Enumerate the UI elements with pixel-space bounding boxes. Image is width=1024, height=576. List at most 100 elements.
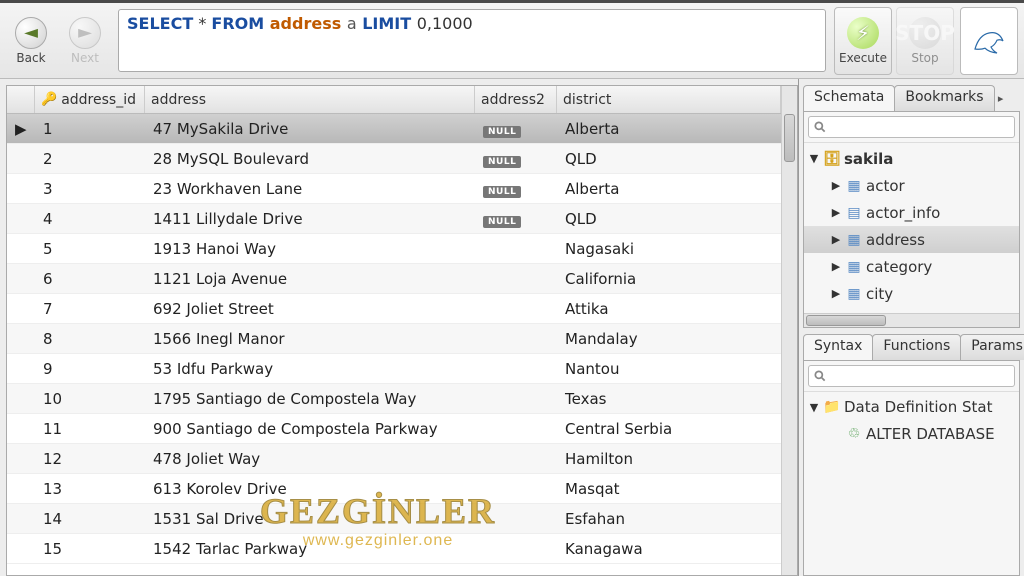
cell-id[interactable]: 10 [35, 386, 145, 412]
cell-id[interactable]: 5 [35, 236, 145, 262]
cell-address[interactable]: 23 Workhaven Lane [145, 176, 475, 202]
table-row[interactable]: 41411 Lillydale DriveNULLQLD [7, 204, 781, 234]
tree-table-address[interactable]: ▶▦address [804, 226, 1019, 253]
cell-id[interactable]: 13 [35, 476, 145, 502]
tab-syntax[interactable]: Syntax [803, 334, 873, 360]
table-row[interactable]: 7692 Joliet Street Attika [7, 294, 781, 324]
cell-address[interactable]: 1531 Sal Drive [145, 506, 475, 532]
row-marker-column[interactable] [7, 86, 35, 113]
stop-button[interactable]: STOP Stop [896, 7, 954, 75]
cell-address[interactable]: 53 Idfu Parkway [145, 356, 475, 382]
cell-district[interactable]: Central Serbia [557, 416, 781, 442]
tree-syntax-group[interactable]: ▼ 📁 Data Definition Stat [804, 394, 1019, 421]
tab-overflow-icon[interactable]: ▸ [994, 85, 1008, 111]
tree-syntax-item[interactable]: ♲ ALTER DATABASE [804, 421, 1019, 448]
cell-id[interactable]: 8 [35, 326, 145, 352]
cell-address[interactable]: 692 Joliet Street [145, 296, 475, 322]
cell-district[interactable]: California [557, 266, 781, 292]
hscroll-thumb[interactable] [806, 315, 886, 326]
schema-search-input[interactable] [808, 116, 1015, 138]
table-row[interactable]: 51913 Hanoi Way Nagasaki [7, 234, 781, 264]
col-address[interactable]: address [145, 86, 475, 113]
cell-district[interactable]: Alberta [557, 176, 781, 202]
table-row[interactable]: 101795 Santiago de Compostela Way Texas [7, 384, 781, 414]
disclosure-triangle-icon[interactable]: ▼ [808, 152, 820, 165]
table-row[interactable]: 81566 Inegl Manor Mandalay [7, 324, 781, 354]
cell-district[interactable]: Mandalay [557, 326, 781, 352]
disclosure-triangle-icon[interactable]: ▶ [830, 233, 842, 246]
col-district[interactable]: district [557, 86, 781, 113]
cell-district[interactable]: QLD [557, 146, 781, 172]
table-row[interactable]: 61121 Loja AvenueCalifornia [7, 264, 781, 294]
table-row[interactable]: 12478 Joliet WayHamilton [7, 444, 781, 474]
cell-address2[interactable] [475, 425, 557, 433]
cell-id[interactable]: 2 [35, 146, 145, 172]
cell-address2[interactable] [475, 455, 557, 463]
cell-address[interactable]: 900 Santiago de Compostela Parkway [145, 416, 475, 442]
cell-district[interactable]: Masqat [557, 476, 781, 502]
col-address2[interactable]: address2 [475, 86, 557, 113]
col-address-id[interactable]: 🔑address_id [35, 86, 145, 113]
cell-id[interactable]: 6 [35, 266, 145, 292]
cell-id[interactable]: 11 [35, 416, 145, 442]
tab-bookmarks[interactable]: Bookmarks [894, 85, 994, 111]
cell-district[interactable]: Attika [557, 296, 781, 322]
cell-id[interactable]: 7 [35, 296, 145, 322]
cell-address2[interactable] [475, 335, 557, 343]
cell-district[interactable]: Texas [557, 386, 781, 412]
tree-table-actor_info[interactable]: ▶▤actor_info [804, 199, 1019, 226]
cell-address2[interactable]: NULL [475, 176, 557, 202]
vscroll-thumb[interactable] [784, 114, 795, 162]
table-row[interactable]: 323 Workhaven LaneNULLAlberta [7, 174, 781, 204]
tree-hscrollbar[interactable] [804, 313, 1019, 327]
cell-district[interactable]: Nantou [557, 356, 781, 382]
grid-vscrollbar[interactable] [781, 86, 797, 575]
syntax-tree[interactable]: ▼ 📁 Data Definition Stat ♲ ALTER DATABAS… [804, 392, 1019, 576]
tab-params[interactable]: Params [960, 334, 1024, 360]
cell-district[interactable]: Alberta [557, 116, 781, 142]
cell-address2[interactable] [475, 545, 557, 553]
cell-district[interactable]: Nagasaki [557, 236, 781, 262]
execute-button[interactable]: ⚡ Execute [834, 7, 892, 75]
cell-address[interactable]: 47 MySakila Drive [145, 116, 475, 142]
cell-address2[interactable] [475, 305, 557, 313]
table-row[interactable]: 228 MySQL BoulevardNULLQLD [7, 144, 781, 174]
cell-address[interactable]: 1913 Hanoi Way [145, 236, 475, 262]
cell-address2[interactable]: NULL [475, 146, 557, 172]
next-button[interactable]: ► Next [60, 7, 110, 75]
table-row[interactable]: 13613 Korolev Drive Masqat [7, 474, 781, 504]
cell-address[interactable]: 1795 Santiago de Compostela Way [145, 386, 475, 412]
table-row[interactable]: 141531 Sal Drive Esfahan [7, 504, 781, 534]
cell-address[interactable]: 1411 Lillydale Drive [145, 206, 475, 232]
tree-table-city[interactable]: ▶▦city [804, 280, 1019, 307]
disclosure-triangle-icon[interactable]: ▶ [830, 287, 842, 300]
cell-district[interactable]: Hamilton [557, 446, 781, 472]
cell-district[interactable]: Kanagawa [557, 536, 781, 562]
cell-address2[interactable] [475, 395, 557, 403]
cell-address2[interactable] [475, 365, 557, 373]
schema-tree[interactable]: ▼ 🗄 sakila ▶▦actor▶▤actor_info▶▦address▶… [804, 143, 1019, 313]
cell-address2[interactable]: NULL [475, 116, 557, 142]
table-row[interactable]: 953 Idfu Parkway Nantou [7, 354, 781, 384]
cell-id[interactable]: 14 [35, 506, 145, 532]
syntax-search-input[interactable] [808, 365, 1015, 387]
tab-functions[interactable]: Functions [872, 334, 961, 360]
disclosure-triangle-icon[interactable]: ▶ [830, 260, 842, 273]
disclosure-triangle-icon[interactable]: ▶ [830, 206, 842, 219]
cell-id[interactable]: 4 [35, 206, 145, 232]
cell-id[interactable]: 9 [35, 356, 145, 382]
disclosure-triangle-icon[interactable]: ▶ [830, 179, 842, 192]
disclosure-triangle-icon[interactable]: ▼ [808, 401, 820, 414]
cell-district[interactable]: QLD [557, 206, 781, 232]
cell-district[interactable]: Esfahan [557, 506, 781, 532]
table-row[interactable]: 151542 Tarlac ParkwayKanagawa [7, 534, 781, 564]
cell-address[interactable]: 1542 Tarlac Parkway [145, 536, 475, 562]
tab-schemata[interactable]: Schemata [803, 85, 895, 111]
table-row[interactable]: ▶147 MySakila DriveNULLAlberta [7, 114, 781, 144]
cell-address2[interactable] [475, 515, 557, 523]
sql-editor[interactable]: SELECT * FROM address a LIMIT 0,1000 [118, 9, 826, 72]
back-button[interactable]: ◄ Back [6, 7, 56, 75]
tree-db-sakila[interactable]: ▼ 🗄 sakila [804, 145, 1019, 172]
cell-address[interactable]: 1566 Inegl Manor [145, 326, 475, 352]
cell-address[interactable]: 613 Korolev Drive [145, 476, 475, 502]
